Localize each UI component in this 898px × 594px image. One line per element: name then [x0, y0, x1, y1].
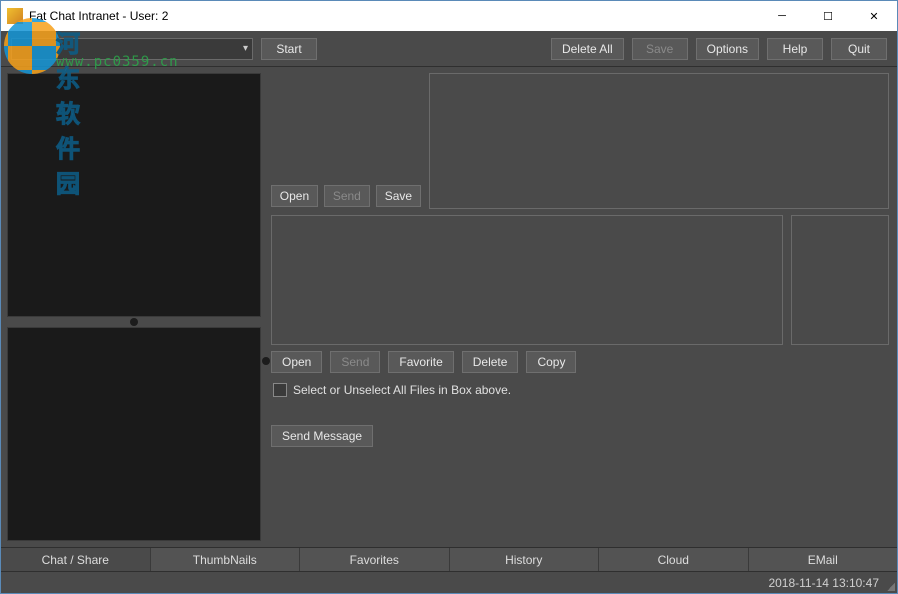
save-top-button[interactable]: Save	[632, 38, 688, 60]
chevron-down-icon: ▾	[243, 43, 248, 54]
window-title: Fat Chat Intranet - User: 2	[29, 9, 759, 23]
send-button-1[interactable]: Send	[324, 185, 370, 207]
upper-text-panel[interactable]	[429, 73, 889, 209]
tab-chat-share[interactable]: Chat / Share	[1, 548, 151, 571]
open-button-1[interactable]: Open	[271, 185, 318, 207]
options-button[interactable]: Options	[696, 38, 759, 60]
send-button-2[interactable]: Send	[330, 351, 380, 373]
start-button[interactable]: Start	[261, 38, 317, 60]
middle-row	[271, 215, 889, 345]
right-column: Open Send Save Open Send Favorite Del	[271, 67, 897, 547]
help-button[interactable]: Help	[767, 38, 823, 60]
send-message-button[interactable]: Send Message	[271, 425, 373, 447]
titlebar[interactable]: Fat Chat Intranet - User: 2 ─ ☐ ✕	[1, 1, 897, 31]
select-all-checkbox[interactable]	[273, 383, 287, 397]
user-dropdown[interactable]: ▾	[11, 38, 253, 60]
minimize-button[interactable]: ─	[759, 1, 805, 31]
horizontal-splitter[interactable]	[7, 317, 261, 327]
vertical-splitter[interactable]	[261, 67, 271, 547]
copy-button[interactable]: Copy	[526, 351, 576, 373]
upper-controls: Open Send Save	[271, 73, 421, 209]
upper-row: Open Send Save	[271, 73, 889, 209]
favorite-button[interactable]: Favorite	[388, 351, 453, 373]
preview-panel[interactable]	[791, 215, 889, 345]
main-area: Open Send Save Open Send Favorite Del	[1, 67, 897, 547]
tab-thumbnails[interactable]: ThumbNails	[151, 548, 301, 571]
file-buttons-row: Open Send Favorite Delete Copy	[271, 351, 889, 373]
close-button[interactable]: ✕	[851, 1, 897, 31]
open-button-2[interactable]: Open	[271, 351, 322, 373]
tab-history[interactable]: History	[450, 548, 600, 571]
files-box-panel[interactable]	[271, 215, 783, 345]
save-button-1[interactable]: Save	[376, 185, 421, 207]
maximize-button[interactable]: ☐	[805, 1, 851, 31]
client-area: ▾ Start Delete All Save Options Help Qui…	[1, 31, 897, 593]
bottom-tabs: Chat / Share ThumbNails Favorites Histor…	[1, 547, 897, 571]
left-upper-panel[interactable]	[7, 73, 261, 317]
left-lower-panel[interactable]	[7, 327, 261, 541]
app-icon	[7, 8, 23, 24]
resize-grip-icon[interactable]	[885, 581, 895, 591]
delete-all-button[interactable]: Delete All	[551, 38, 624, 60]
status-bar: 2018-11-14 13:10:47	[1, 571, 897, 593]
status-timestamp: 2018-11-14 13:10:47	[768, 576, 879, 590]
select-all-label: Select or Unselect All Files in Box abov…	[293, 383, 511, 397]
tab-favorites[interactable]: Favorites	[300, 548, 450, 571]
splitter-grip-icon	[262, 357, 270, 365]
app-window: Fat Chat Intranet - User: 2 ─ ☐ ✕ ▾ Star…	[0, 0, 898, 594]
tab-email[interactable]: EMail	[749, 548, 898, 571]
tab-cloud[interactable]: Cloud	[599, 548, 749, 571]
quit-button[interactable]: Quit	[831, 38, 887, 60]
window-controls: ─ ☐ ✕	[759, 1, 897, 31]
send-message-row: Send Message	[271, 407, 889, 447]
select-all-row: Select or Unselect All Files in Box abov…	[271, 379, 889, 401]
delete-button[interactable]: Delete	[462, 351, 519, 373]
left-column	[1, 67, 261, 547]
top-toolbar: ▾ Start Delete All Save Options Help Qui…	[1, 31, 897, 67]
splitter-grip-icon	[130, 318, 138, 326]
